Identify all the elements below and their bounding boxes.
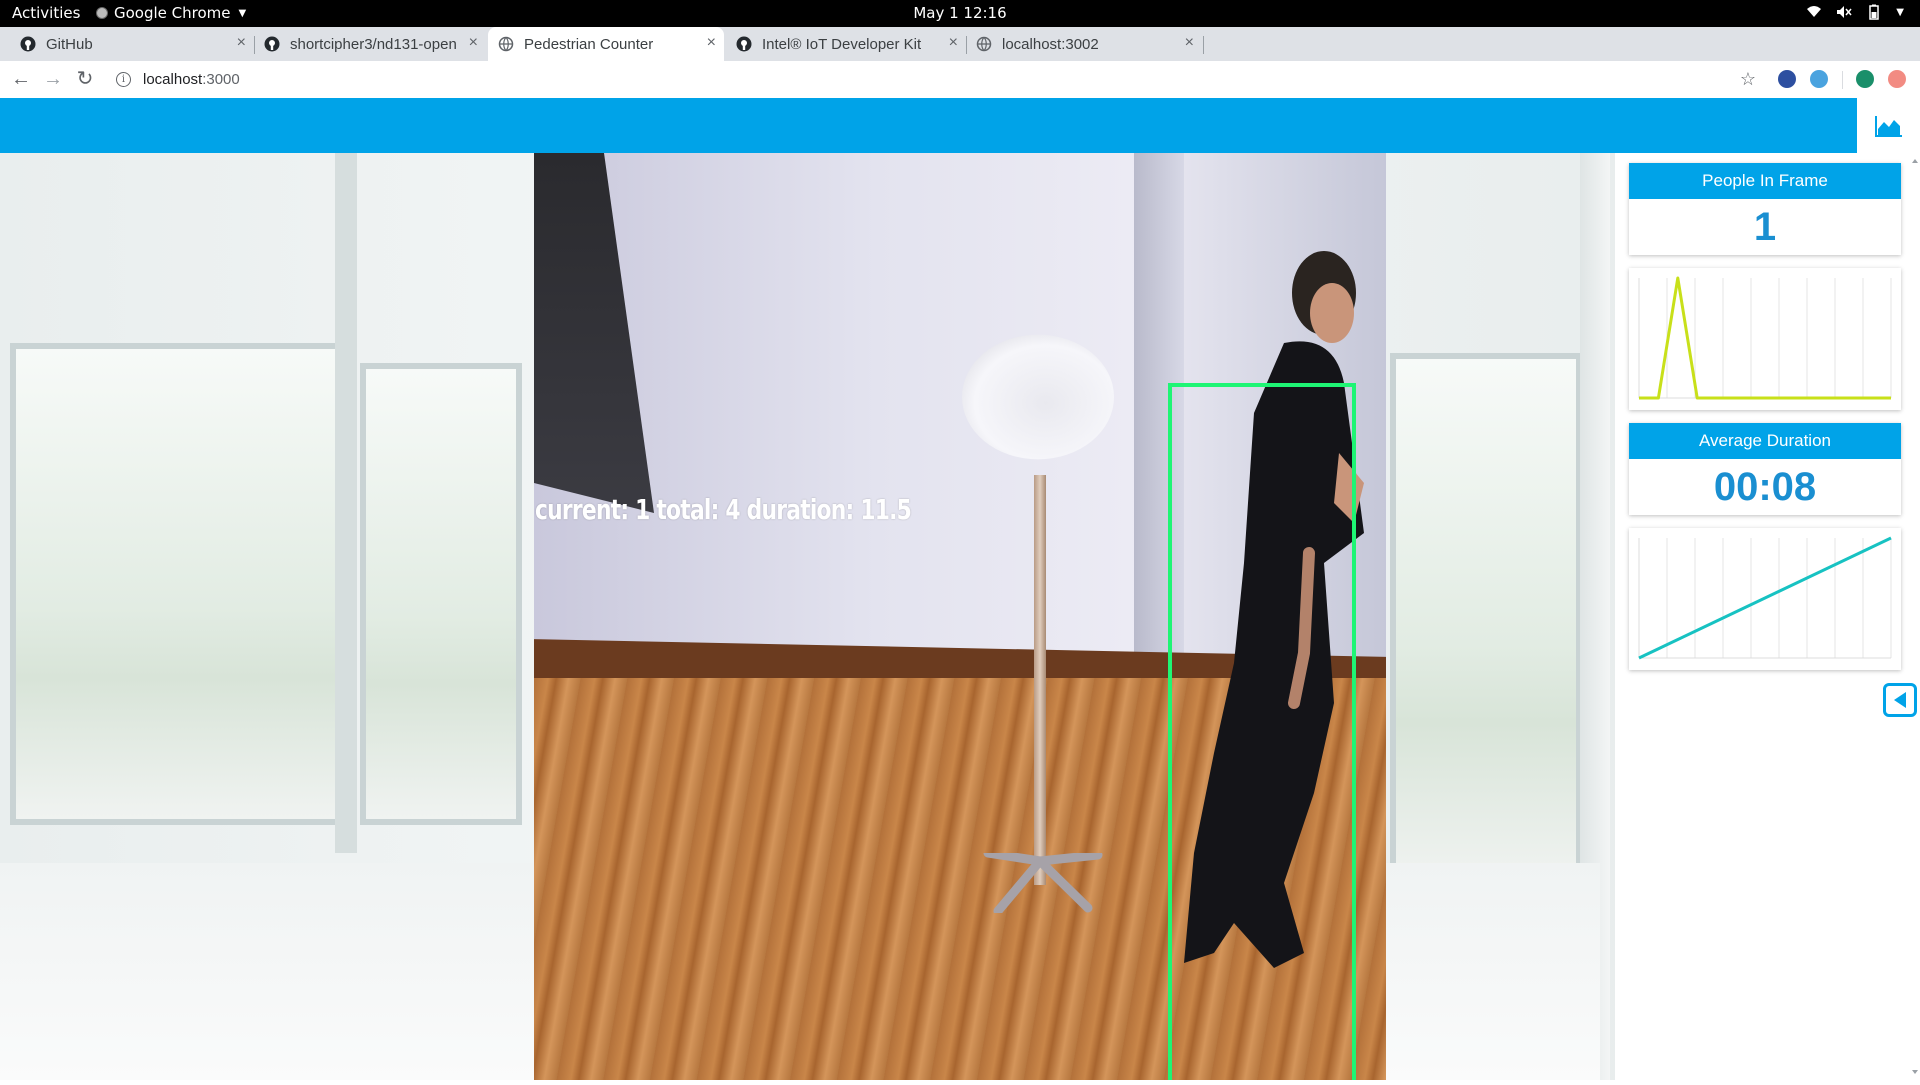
globe-icon bbox=[976, 36, 992, 52]
app-menu[interactable]: Google Chrome ▼ bbox=[96, 4, 246, 22]
tab-intel-iot[interactable]: Intel® IoT Developer Kit × bbox=[726, 27, 966, 61]
tab-title: Intel® IoT Developer Kit bbox=[762, 35, 922, 53]
app-header bbox=[0, 98, 1920, 153]
series-line bbox=[1639, 276, 1891, 400]
page-scrollbar[interactable] bbox=[1910, 153, 1920, 1080]
back-icon[interactable]: ← bbox=[10, 68, 32, 90]
toolbar-divider bbox=[1842, 71, 1843, 89]
wifi-icon bbox=[1807, 6, 1822, 17]
tab-separator bbox=[1203, 36, 1204, 54]
people-in-frame-value: 1 bbox=[1753, 204, 1777, 249]
url-port: :3000 bbox=[202, 70, 240, 88]
detection-bounding-box bbox=[1168, 383, 1356, 1080]
chevron-down-icon: ▼ bbox=[238, 7, 247, 19]
background-window bbox=[1390, 353, 1582, 885]
info-icon[interactable]: i bbox=[116, 71, 131, 87]
tab-localhost-3002[interactable]: localhost:3002 × bbox=[966, 27, 1202, 61]
tab-title: shortcipher3/nd131-open bbox=[290, 35, 457, 53]
close-icon[interactable]: × bbox=[237, 35, 246, 51]
caret-left-icon bbox=[1894, 692, 1906, 708]
close-icon[interactable]: × bbox=[707, 35, 716, 51]
volume-muted-icon bbox=[1837, 6, 1852, 18]
duration-chart-card bbox=[1629, 528, 1901, 670]
table-base bbox=[983, 853, 1103, 913]
clock[interactable]: May 1 12:16 bbox=[0, 4, 1920, 22]
github-icon bbox=[20, 36, 36, 52]
activities-button[interactable]: Activities bbox=[12, 4, 80, 22]
chrome-icon bbox=[96, 7, 108, 19]
tab-strip: GitHub × shortcipher3/nd131-open × Pedes… bbox=[0, 27, 1920, 83]
background-post bbox=[335, 153, 357, 853]
tab-title: GitHub bbox=[46, 35, 93, 53]
tab-title: localhost:3002 bbox=[1002, 35, 1099, 53]
close-icon[interactable]: × bbox=[1185, 35, 1194, 51]
table-top bbox=[962, 334, 1114, 460]
people-line-chart bbox=[1638, 276, 1892, 400]
extension-icon[interactable] bbox=[1888, 70, 1906, 88]
duration-line-chart bbox=[1638, 536, 1892, 660]
average-duration-card: Average Duration 00:08 bbox=[1629, 423, 1901, 515]
system-tray[interactable]: ▼ bbox=[1806, 4, 1904, 20]
average-duration-label: Average Duration bbox=[1629, 423, 1901, 459]
battery-icon bbox=[1869, 4, 1880, 20]
tab-title: Pedestrian Counter bbox=[524, 35, 654, 53]
background-window bbox=[10, 343, 342, 825]
close-icon[interactable]: × bbox=[949, 35, 958, 51]
extension-icon[interactable] bbox=[1778, 70, 1796, 88]
tab-shortcipher[interactable]: shortcipher3/nd131-open × bbox=[254, 27, 486, 61]
stats-panel: People In Frame 1 Average Duration 00:08 bbox=[1615, 153, 1920, 1080]
series-line bbox=[1638, 536, 1892, 660]
bookmark-star-icon[interactable]: ☆ bbox=[1737, 68, 1759, 90]
github-icon bbox=[736, 36, 752, 52]
people-chart-card bbox=[1629, 268, 1901, 410]
browser-toolbar: ← → ↻ i localhost:3000 ☆ bbox=[0, 61, 1920, 99]
table-pole bbox=[1034, 475, 1046, 885]
people-in-frame-card: People In Frame 1 bbox=[1629, 163, 1901, 255]
url-host: localhost bbox=[143, 70, 203, 88]
address-bar[interactable]: i localhost:3000 bbox=[116, 68, 240, 90]
system-top-bar: Activities Google Chrome ▼ May 1 12:16 ▼ bbox=[0, 0, 1920, 27]
tab-github[interactable]: GitHub × bbox=[10, 27, 254, 61]
profile-avatar[interactable] bbox=[1856, 70, 1874, 88]
globe-icon bbox=[498, 36, 514, 52]
average-duration-value: 00:08 bbox=[1713, 464, 1817, 509]
area-chart-icon bbox=[1874, 115, 1902, 137]
forward-icon[interactable]: → bbox=[42, 68, 64, 90]
stats-toggle-button[interactable] bbox=[1857, 98, 1920, 153]
close-icon[interactable]: × bbox=[469, 35, 478, 51]
chevron-down-icon: ▼ bbox=[1896, 6, 1904, 18]
background-window bbox=[360, 363, 522, 825]
app-name: Google Chrome bbox=[114, 4, 231, 22]
video-overlay-text: current: 1 total: 4 duration: 11.5 bbox=[535, 493, 912, 526]
extension-icon[interactable] bbox=[1810, 70, 1828, 88]
github-icon bbox=[264, 36, 280, 52]
people-in-frame-label: People In Frame bbox=[1629, 163, 1901, 199]
tab-pedestrian-counter[interactable]: Pedestrian Counter × bbox=[488, 27, 724, 61]
scrollbar-arrows bbox=[1912, 159, 1918, 1074]
reload-icon[interactable]: ↻ bbox=[74, 68, 96, 90]
